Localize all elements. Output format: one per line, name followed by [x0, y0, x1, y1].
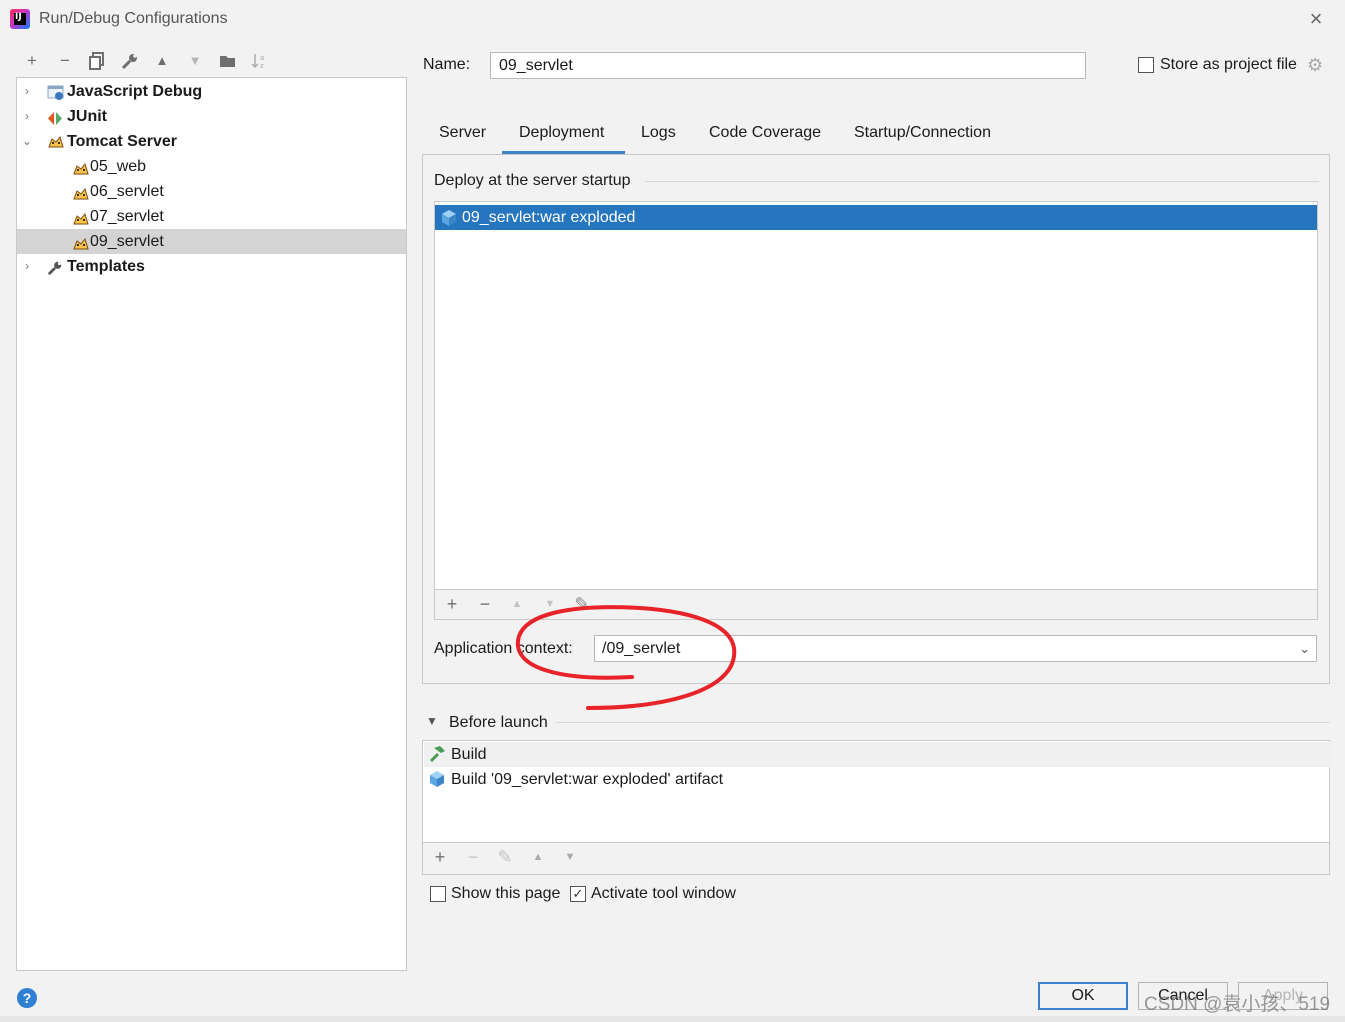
move-up-button[interactable]: ▲ [527, 846, 549, 868]
expand-arrow-icon[interactable]: › [20, 79, 34, 104]
store-as-project-file-checkbox[interactable] [1138, 57, 1154, 73]
tab-code-coverage[interactable]: Code Coverage [709, 124, 821, 154]
hammer-icon [428, 745, 446, 763]
folder-icon [220, 56, 235, 67]
intellij-app-icon: IJ [10, 9, 30, 29]
tree-item-javascript-debug[interactable]: › JavaScript Debug [17, 79, 406, 104]
tab-server[interactable]: Server [439, 124, 486, 154]
tree-item-07-servlet[interactable]: 07_servlet [17, 204, 406, 229]
remove-deployment-button[interactable]: − [474, 593, 496, 615]
tree-item-templates[interactable]: › Templates [17, 254, 406, 279]
tree-item-label: Templates [67, 258, 145, 275]
tree-item-label: JUnit [67, 108, 107, 125]
section-divider [645, 181, 1319, 182]
tree-item-06-servlet[interactable]: 06_servlet [17, 179, 406, 204]
move-up-button[interactable]: ▲ [151, 50, 173, 72]
tree-item-label: 05_web [90, 158, 147, 175]
bottom-edge [0, 1016, 1345, 1022]
move-up-button[interactable]: ▲ [506, 593, 528, 615]
artifact-icon [428, 770, 446, 788]
before-launch-item-label: Build '09_servlet:war exploded' artifact [451, 771, 724, 788]
move-down-button[interactable]: ▼ [539, 593, 561, 615]
copy-configuration-button[interactable] [86, 50, 108, 72]
before-launch-item-build[interactable]: Build [424, 742, 1330, 767]
move-down-button[interactable]: ▼ [559, 846, 581, 868]
wrench-icon [47, 259, 63, 276]
move-down-button[interactable]: ▼ [184, 50, 206, 72]
tree-item-label: Tomcat Server [67, 133, 177, 150]
expand-arrow-icon[interactable]: › [20, 104, 34, 129]
edit-deployment-button[interactable]: ✎ [571, 593, 593, 615]
before-launch-toolbar: + − ✎ ▲ ▼ [422, 843, 1330, 875]
tab-deployment[interactable]: Deployment [519, 124, 604, 154]
add-configuration-button[interactable]: + [21, 50, 43, 72]
tree-item-label: 09_servlet [90, 233, 164, 250]
deployment-list[interactable] [434, 201, 1318, 590]
configuration-tree: › JavaScript Debug › JUnit ⌄ Tomcat Serv… [16, 77, 407, 971]
before-launch-list[interactable]: Build Build '09_servlet:war exploded' ar… [422, 740, 1330, 843]
junit-icon [47, 109, 63, 125]
chevron-down-icon[interactable]: ⌄ [1299, 636, 1310, 661]
tree-item-label: 07_servlet [90, 208, 164, 225]
svg-text:a: a [260, 54, 264, 62]
deployment-toolbar: + − ▲ ▼ ✎ [434, 590, 1318, 620]
tab-startup-connection[interactable]: Startup/Connection [854, 124, 991, 154]
javascript-debug-icon [47, 84, 64, 100]
tab-logs[interactable]: Logs [641, 124, 676, 154]
sort-alpha-icon: az [251, 54, 264, 70]
deploy-section-title: Deploy at the server startup [434, 172, 631, 189]
tree-item-label: JavaScript Debug [67, 83, 203, 100]
window-title: Run/Debug Configurations [39, 10, 228, 27]
tree-item-label: 06_servlet [90, 183, 164, 200]
add-deployment-button[interactable]: + [441, 593, 463, 615]
sort-button[interactable]: az [249, 50, 271, 72]
remove-configuration-button[interactable]: − [54, 50, 76, 72]
gear-icon[interactable]: ⚙ [1307, 55, 1323, 76]
activate-tool-window-label[interactable]: Activate tool window [591, 885, 736, 903]
collapse-arrow-icon[interactable]: ▼ [426, 714, 438, 728]
deployment-item-label: 09_servlet:war exploded [462, 209, 636, 226]
watermark: CSDN @袁小孩、519 [1144, 994, 1331, 1015]
expand-arrow-icon[interactable]: › [20, 254, 34, 279]
application-context-label: Application context: [434, 640, 573, 657]
before-launch-item-artifact[interactable]: Build '09_servlet:war exploded' artifact [424, 767, 1330, 792]
help-icon[interactable]: ? [17, 988, 37, 1008]
tree-item-05-web[interactable]: 05_web [17, 154, 406, 179]
edit-defaults-button[interactable] [119, 50, 141, 72]
svg-text:z: z [260, 62, 264, 70]
tomcat-icon [47, 134, 64, 149]
deployment-item[interactable]: 09_servlet:war exploded [435, 205, 1317, 230]
name-label: Name: [423, 56, 471, 73]
show-this-page-checkbox[interactable] [430, 886, 446, 902]
tomcat-icon [72, 184, 89, 200]
name-input[interactable]: 09_servlet [490, 52, 1086, 79]
tree-item-tomcat-server[interactable]: ⌄ Tomcat Server [17, 129, 406, 154]
collapse-arrow-icon[interactable]: ⌄ [20, 129, 34, 154]
tree-item-junit[interactable]: › JUnit [17, 104, 406, 129]
before-launch-title[interactable]: Before launch [449, 714, 548, 732]
tomcat-icon [72, 234, 89, 250]
application-context-value: /09_servlet [602, 640, 681, 657]
wrench-icon [121, 54, 137, 70]
edit-task-button[interactable]: ✎ [494, 846, 516, 868]
tomcat-icon [72, 159, 89, 175]
section-divider [556, 722, 1330, 723]
activate-tool-window-checkbox[interactable]: ✓ [570, 886, 586, 902]
copy-icon [89, 52, 104, 70]
add-task-button[interactable]: + [429, 846, 451, 868]
new-folder-button[interactable] [217, 50, 239, 72]
tomcat-icon [72, 209, 89, 225]
application-context-combobox[interactable]: /09_servlet ⌄ [594, 635, 1317, 662]
before-launch-item-label: Build [451, 746, 487, 763]
artifact-icon [440, 209, 458, 227]
store-as-project-file-label[interactable]: Store as project file [1160, 56, 1297, 74]
close-icon[interactable]: × [1303, 6, 1329, 32]
remove-task-button[interactable]: − [462, 846, 484, 868]
ok-button[interactable]: OK [1038, 982, 1128, 1010]
show-this-page-label[interactable]: Show this page [451, 885, 560, 903]
tree-item-09-servlet[interactable]: 09_servlet [17, 229, 406, 254]
